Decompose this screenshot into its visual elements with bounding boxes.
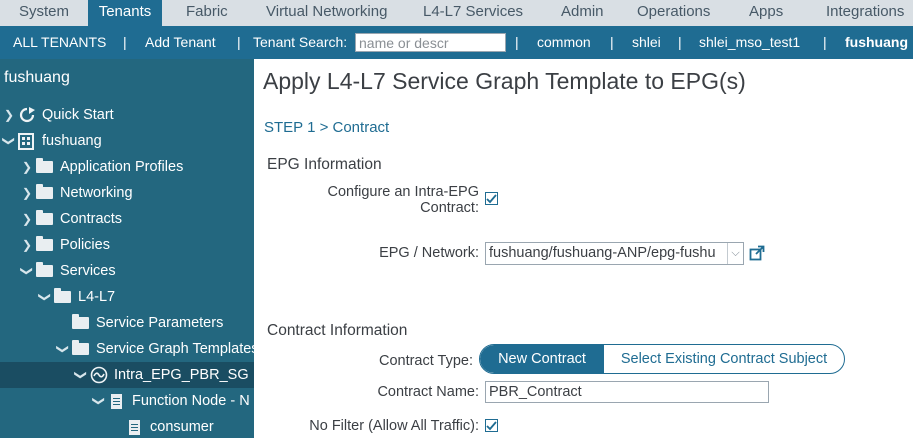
sidebar-title: fushuang (4, 69, 70, 86)
tree-item-service-parameters[interactable]: Service Parameters (0, 310, 254, 336)
folder-icon (54, 284, 71, 310)
wizard-step-breadcrumb[interactable]: STEP 1 > Contract (264, 119, 389, 136)
folder-icon (36, 258, 53, 284)
epg-information-heading: EPG Information (267, 156, 382, 173)
folder-icon (72, 336, 89, 362)
service-graph-icon (90, 362, 108, 388)
document-icon (129, 414, 140, 438)
tree-item-label: L4-L7 (78, 289, 116, 305)
top-menu-integrations[interactable]: Integrations (826, 0, 904, 26)
menu-separator: | (610, 34, 614, 50)
new-contract-option[interactable]: New Contract (480, 345, 604, 373)
tenant-sub-menu: ALL TENANTS | Add Tenant | Tenant Search… (0, 26, 913, 59)
folder-icon (36, 180, 53, 206)
contract-name-input[interactable] (485, 381, 769, 403)
checkmark-icon (486, 420, 497, 430)
tree-item-label: Policies (60, 237, 110, 253)
tenant-search-label: Tenant Search: (253, 34, 348, 50)
tree-item-label: Services (60, 263, 116, 279)
menu-separator: | (237, 34, 241, 50)
tree-item-quick-start[interactable]: ❯ Quick Start (0, 102, 254, 128)
no-filter-checkbox[interactable] (485, 419, 498, 432)
page-title: Apply L4-L7 Service Graph Template to EP… (263, 68, 746, 94)
tree-item-contracts[interactable]: ❯ Contracts (0, 206, 254, 232)
add-tenant-link[interactable]: Add Tenant (145, 26, 216, 58)
top-menu-virtual-networking[interactable]: Virtual Networking (266, 0, 387, 26)
tree-item-label: Quick Start (42, 107, 114, 123)
top-menu-operations[interactable]: Operations (637, 0, 710, 26)
tree-item-application-profiles[interactable]: ❯ Application Profiles (0, 154, 254, 180)
tree-item-label: Service Graph Templates (96, 341, 254, 357)
top-menu-bar: System Tenants Fabric Virtual Networking… (0, 0, 913, 26)
epg-network-label: EPG / Network: (379, 245, 479, 261)
chevron-right-icon[interactable]: ❯ (21, 154, 33, 180)
tenant-building-icon (18, 128, 34, 154)
chevron-right-icon[interactable]: ❯ (21, 232, 33, 258)
chevron-down-icon[interactable]: ⌵ (727, 243, 743, 264)
tree-item-label: consumer (150, 419, 214, 435)
menu-separator: | (678, 34, 682, 50)
tenant-link-shlei-mso-test1[interactable]: shlei_mso_test1 (699, 26, 800, 58)
tenant-link-common[interactable]: common (537, 26, 591, 58)
folder-icon (36, 154, 53, 180)
navigation-sidebar: fushuang ❯ Quick Start ❯ fushuang ❯ Appl… (0, 59, 254, 438)
menu-separator: | (515, 34, 519, 50)
top-menu-admin[interactable]: Admin (561, 0, 604, 26)
top-menu-l4-l7-services[interactable]: L4-L7 Services (423, 0, 523, 26)
top-menu-fabric[interactable]: Fabric (186, 0, 228, 26)
top-menu-system[interactable]: System (0, 0, 88, 26)
folder-icon (36, 206, 53, 232)
intra-epg-contract-label: Configure an Intra-EPG Contract: (327, 184, 479, 216)
tree-item-intra-epg-pbr-sg[interactable]: ❯ Intra_EPG_PBR_SG (0, 362, 254, 388)
epg-network-value: fushuang/fushuang-ANP/epg-fushu (489, 245, 716, 261)
menu-separator: | (123, 34, 127, 50)
tree-item-services[interactable]: ❯ Services (0, 258, 254, 284)
wizard-content: Apply L4-L7 Service Graph Template to EP… (254, 59, 913, 438)
contract-type-toggle: New Contract Select Existing Contract Su… (479, 344, 845, 374)
all-tenants-link[interactable]: ALL TENANTS (13, 26, 106, 58)
no-filter-label: No Filter (Allow All Traffic): (309, 418, 479, 434)
tree-item-label: Networking (60, 185, 133, 201)
tree-item-networking[interactable]: ❯ Networking (0, 180, 254, 206)
intra-epg-contract-checkbox[interactable] (485, 192, 498, 205)
tree-item-label: Application Profiles (60, 159, 184, 175)
tree-item-l4-l7[interactable]: ❯ L4-L7 (0, 284, 254, 310)
chevron-right-icon[interactable]: ❯ (3, 102, 15, 128)
top-menu-apps[interactable]: Apps (749, 0, 783, 26)
tree-item-tenant-fushuang[interactable]: ❯ fushuang (0, 128, 254, 154)
tree-item-label: fushuang (42, 133, 102, 149)
tree-item-label: Contracts (60, 211, 123, 227)
checkmark-icon (486, 193, 497, 203)
quick-start-icon (18, 102, 36, 128)
open-external-icon[interactable] (749, 245, 765, 266)
chevron-right-icon[interactable]: ❯ (21, 206, 33, 232)
tree-item-policies[interactable]: ❯ Policies (0, 232, 254, 258)
chevron-down-icon[interactable]: ❯ (86, 395, 112, 407)
menu-separator: | (823, 34, 827, 50)
epg-network-select[interactable]: fushuang/fushuang-ANP/epg-fushu ⌵ (485, 242, 744, 265)
tree-item-consumer[interactable]: consumer (0, 414, 254, 438)
tenant-link-shlei[interactable]: shlei (632, 26, 661, 58)
chevron-right-icon[interactable]: ❯ (21, 180, 33, 206)
folder-icon (36, 232, 53, 258)
contract-information-heading: Contract Information (267, 322, 408, 339)
contract-type-label: Contract Type: (378, 353, 473, 369)
document-icon (111, 388, 122, 414)
tree-item-label: Service Parameters (96, 315, 224, 331)
select-existing-contract-option[interactable]: Select Existing Contract Subject (604, 345, 844, 373)
tenant-link-fushuang[interactable]: fushuang (845, 26, 908, 58)
contract-name-label: Contract Name: (377, 384, 479, 400)
folder-icon (72, 310, 89, 336)
top-menu-tenants[interactable]: Tenants (88, 0, 162, 26)
tree-item-function-node[interactable]: ❯ Function Node - N (0, 388, 254, 414)
tenant-search-input[interactable] (355, 33, 506, 52)
tree-item-label: Intra_EPG_PBR_SG (114, 367, 249, 383)
tree-item-service-graph-templates[interactable]: ❯ Service Graph Templates (0, 336, 254, 362)
tree-item-label: Function Node - N (132, 393, 250, 409)
